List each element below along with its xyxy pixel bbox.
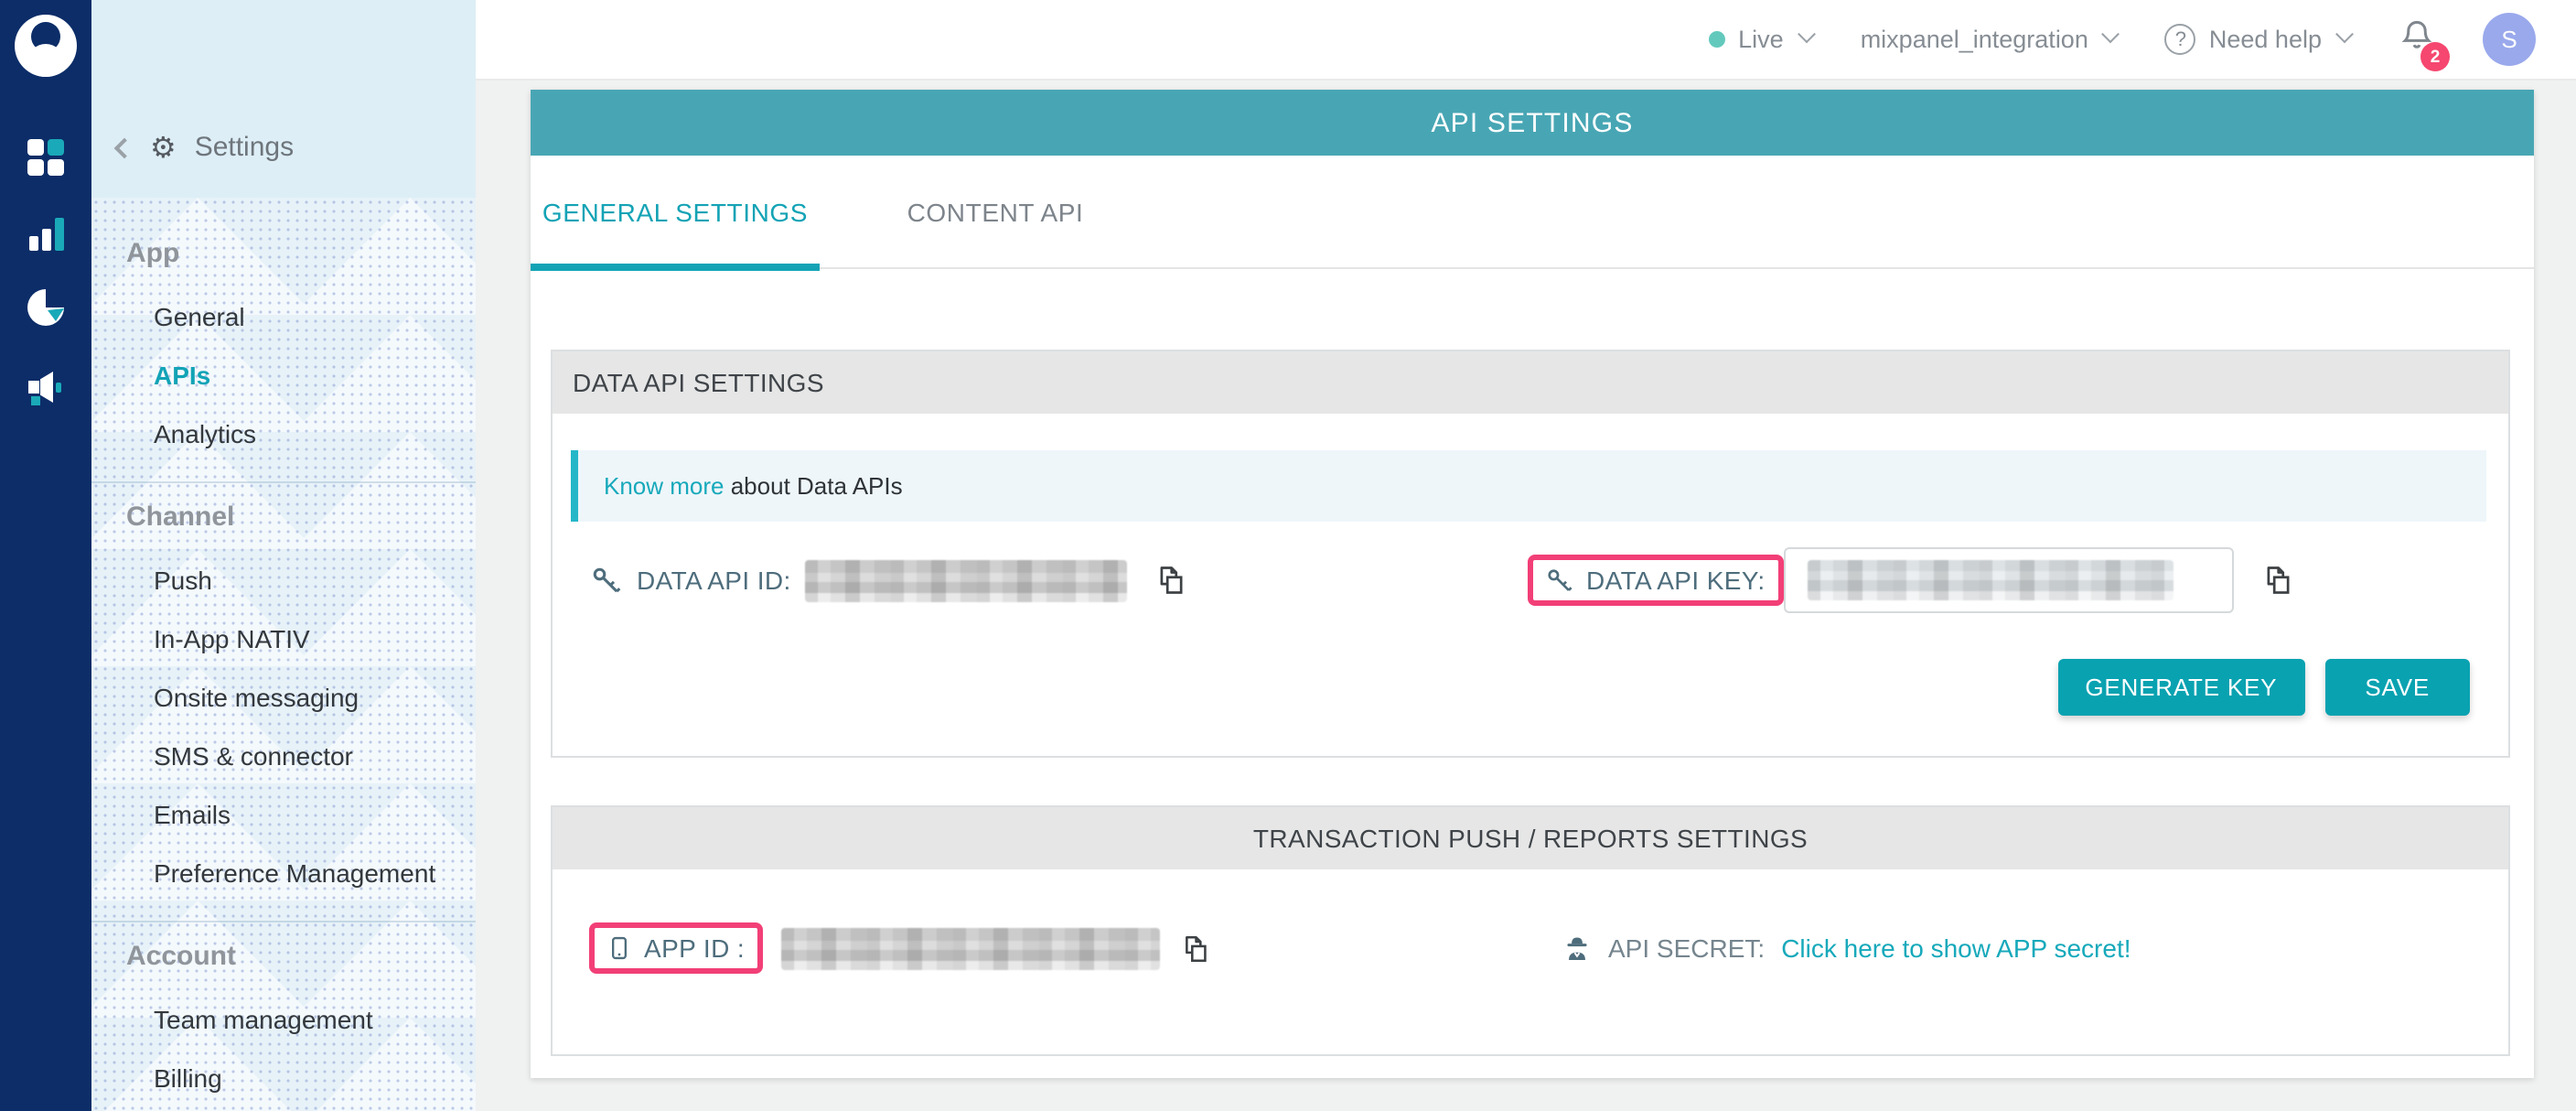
data-api-id-row: DATA API ID: <box>591 538 1186 622</box>
spy-icon <box>1562 933 1592 964</box>
sidebar-item-billing[interactable]: Billing <box>91 1049 476 1107</box>
data-api-settings-section: DATA API SETTINGS Know more about Data A… <box>551 350 2510 758</box>
sidebar-item-apis[interactable]: APIs <box>91 346 476 404</box>
sidebar-section-channel: Channel <box>126 502 476 533</box>
section-divider <box>91 921 476 922</box>
analytics-bars-icon[interactable] <box>0 218 91 251</box>
help-menu[interactable]: ? Need help <box>2165 24 2351 55</box>
sidebar-item-general[interactable]: General <box>91 287 476 346</box>
app-id-highlight: APP ID : <box>589 922 763 974</box>
show-app-secret-link[interactable]: Click here to show APP secret! <box>1781 933 2131 963</box>
api-secret-label: API SECRET: <box>1608 933 1765 963</box>
sidebar-item-preference-management[interactable]: Preference Management <box>91 844 476 902</box>
project-name: mixpanel_integration <box>1861 26 2088 53</box>
tab-general-settings[interactable]: GENERAL SETTINGS <box>531 156 820 269</box>
netcore-logo[interactable] <box>15 15 77 77</box>
live-dropdown[interactable]: Live <box>1709 26 1813 53</box>
icon-rail <box>0 0 91 1111</box>
key-icon <box>591 565 622 596</box>
sidebar-title: Settings <box>195 132 294 163</box>
data-api-key-label: DATA API KEY: <box>1586 566 1766 595</box>
transaction-section-title: TRANSACTION PUSH / REPORTS SETTINGS <box>553 807 2508 869</box>
know-more-banner: Know more about Data APIs <box>571 450 2486 522</box>
live-status-dot <box>1709 31 1725 48</box>
data-api-section-title: DATA API SETTINGS <box>553 351 2508 414</box>
app-id-label: APP ID : <box>644 933 745 963</box>
api-secret-row: API SECRET: Click here to show APP secre… <box>1562 906 2131 990</box>
app-id-value-redacted <box>781 927 1160 969</box>
save-button[interactable]: SAVE <box>2324 659 2470 716</box>
campaigns-megaphone-icon[interactable] <box>0 368 91 408</box>
sidebar-item-onsite-messaging[interactable]: Onsite messaging <box>91 668 476 727</box>
tab-bar: GENERAL SETTINGS CONTENT API <box>531 156 2534 269</box>
gear-icon: ⚙ <box>150 133 177 162</box>
key-icon <box>1546 566 1573 594</box>
chevron-down-icon <box>1798 25 1816 43</box>
chevron-down-icon <box>2102 25 2120 43</box>
sidebar-item-emails[interactable]: Emails <box>91 785 476 844</box>
data-api-id-value-redacted <box>806 559 1128 601</box>
dashboard-grid-icon[interactable] <box>0 139 91 176</box>
tab-content-api[interactable]: CONTENT API <box>886 156 1105 269</box>
transaction-settings-section: TRANSACTION PUSH / REPORTS SETTINGS APP … <box>551 805 2510 1056</box>
settings-sidebar: ⚙ Settings App General APIs Analytics Ch… <box>91 0 476 1111</box>
copy-icon[interactable] <box>1178 933 1209 964</box>
app-root: ⚙ Settings App General APIs Analytics Ch… <box>0 0 2576 1111</box>
know-more-text: about Data APIs <box>724 472 903 500</box>
sidebar-nav: App General APIs Analytics Channel Push … <box>91 198 476 1111</box>
notifications-bell[interactable]: 2 <box>2399 16 2435 62</box>
main-canvas: API SETTINGS GENERAL SETTINGS CONTENT AP… <box>476 81 2576 1111</box>
data-api-key-highlight: DATA API KEY: <box>1528 555 1784 606</box>
know-more-link[interactable]: Know more <box>604 472 724 500</box>
copy-icon[interactable] <box>1154 564 1186 597</box>
notification-badge: 2 <box>2420 42 2450 71</box>
app-id-row: APP ID : <box>589 906 1209 990</box>
segments-pie-icon[interactable] <box>0 287 91 328</box>
section-divider <box>91 481 476 483</box>
project-dropdown[interactable]: mixpanel_integration <box>1861 26 2118 53</box>
phone-icon <box>607 933 631 963</box>
top-bar: Live mixpanel_integration ? Need help 2 … <box>476 0 2576 81</box>
data-api-key-row: DATA API KEY: <box>1528 538 2292 622</box>
sidebar-item-sms-connector[interactable]: SMS & connector <box>91 727 476 785</box>
copy-icon[interactable] <box>2259 564 2292 597</box>
chevron-down-icon <box>2335 25 2354 43</box>
data-api-key-input[interactable] <box>1784 547 2234 613</box>
sidebar-item-inapp-nativ[interactable]: In-App NATIV <box>91 609 476 668</box>
data-api-key-value-redacted <box>1808 560 2174 600</box>
logo-shoulders-shape <box>27 44 64 77</box>
sidebar-item-push[interactable]: Push <box>91 551 476 609</box>
sidebar-item-team-management[interactable]: Team management <box>91 990 476 1049</box>
page-title: API SETTINGS <box>531 90 2534 156</box>
sidebar-section-account: Account <box>126 941 476 972</box>
sidebar-section-app: App <box>126 238 476 269</box>
back-chevron-icon[interactable] <box>114 137 135 158</box>
help-label: Need help <box>2209 26 2322 53</box>
data-api-actions: GENERATE KEY SAVE <box>2057 659 2470 716</box>
data-api-id-label: DATA API ID: <box>637 566 791 595</box>
question-circle-icon: ? <box>2165 24 2196 55</box>
api-settings-card: API SETTINGS GENERAL SETTINGS CONTENT AP… <box>531 90 2534 1078</box>
sidebar-item-analytics[interactable]: Analytics <box>91 404 476 463</box>
generate-key-button[interactable]: GENERATE KEY <box>2057 659 2304 716</box>
live-label: Live <box>1738 26 1784 53</box>
user-avatar[interactable]: S <box>2483 13 2536 66</box>
sidebar-header: ⚙ Settings <box>91 0 476 198</box>
